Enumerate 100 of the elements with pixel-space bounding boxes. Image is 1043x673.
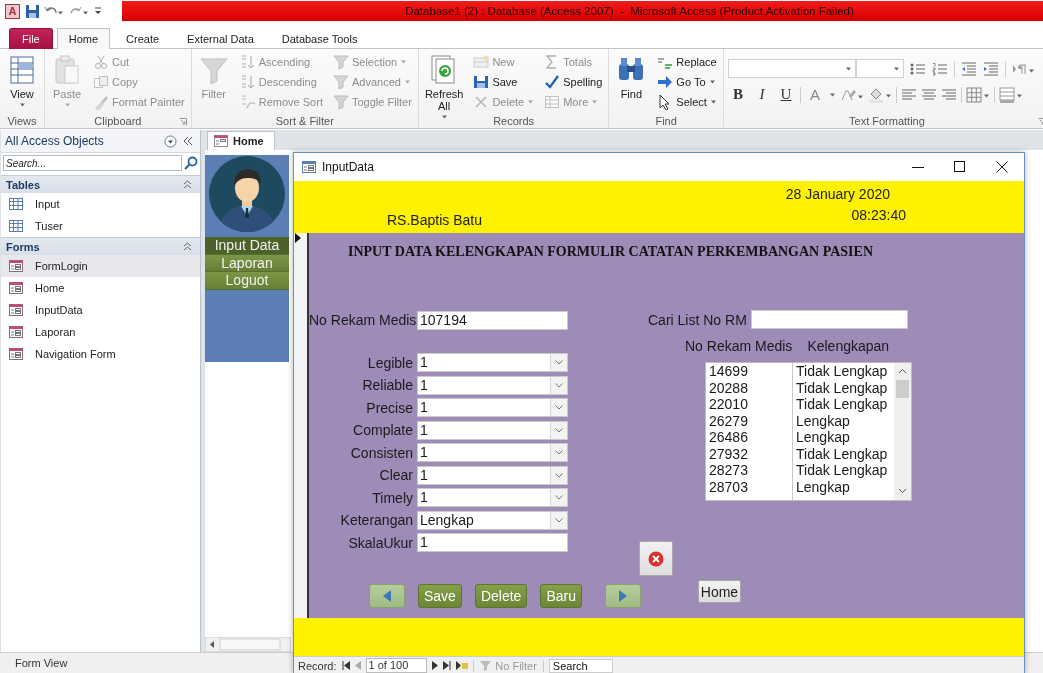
paragraph-icon[interactable] [1011,61,1034,76]
record-selector-icon[interactable] [294,233,302,243]
bullet-list-icon[interactable] [909,61,926,76]
row-color-icon[interactable] [998,86,1023,103]
group-label: Find [655,114,677,127]
search-field[interactable] [750,310,908,329]
list-row[interactable]: 14699 Tidak Lengkap [706,363,894,380]
list-row[interactable]: 26486 Lengkap [706,429,894,446]
group-header[interactable]: Tables [6,178,41,191]
chevron-icon[interactable] [183,242,192,251]
dropdown-field[interactable]: 1 [417,420,568,440]
date-text: 28 January 2020 [785,186,891,202]
navigation-item[interactable]: Home [1,277,200,299]
previous-button[interactable] [369,583,405,608]
undo-icon[interactable] [44,5,64,17]
field-label: Precise [365,399,414,416]
close-icon[interactable] [996,161,1008,173]
ribbon-tab[interactable]: Database Tools [269,28,370,49]
text-field[interactable]: 107194 [417,310,568,330]
ribbon-button[interactable]: Spelling [542,72,605,92]
ribbon-tab[interactable]: External Data [175,28,266,49]
ribbon-button[interactable]: Find [613,52,650,112]
dropdown-field[interactable]: 1 [417,488,568,507]
fill-color-icon[interactable] [867,86,892,103]
list-box[interactable]: 14699 Tidak Lengkap 20288 Tidak Lengkap 22010 Tidak Lengkap 26279 Lengkap 26486 Lengkap 27932 Tidak Lengkap 28273 Tidak Lengkap 28703 Lengkap [705,362,912,501]
vertical-scrollbar[interactable] [894,363,911,500]
previous-record-icon[interactable] [354,661,361,670]
align-right-icon[interactable] [940,87,957,102]
list-row[interactable]: 26279 Lengkap [706,412,894,429]
dropdown-field[interactable]: 1 [417,353,568,372]
menu-button[interactable]: Input Data [205,237,289,255]
format-button[interactable]: I [751,86,772,103]
field-label: SkalaUkur [347,534,414,551]
ribbon-button[interactable]: Refresh All [422,52,466,112]
dropdown-field[interactable]: 1 [417,398,568,417]
customize-icon[interactable] [94,6,102,16]
file-tab[interactable]: File [9,28,53,49]
collapse-icon[interactable] [182,136,194,146]
list-row[interactable]: 22010 Tidak Lengkap [706,396,894,413]
save-icon[interactable] [26,4,39,18]
outdent-icon[interactable] [960,61,977,76]
format-button[interactable]: U [775,86,796,103]
list-row[interactable]: 28703 Lengkap [706,478,894,495]
indent-icon[interactable] [982,61,999,76]
navigation-item[interactable]: InputData [1,299,200,321]
next-record-icon[interactable] [432,661,439,670]
document-tab[interactable]: Home [207,131,275,150]
first-record-icon[interactable] [341,661,350,670]
group-label: Clipboard [94,114,142,127]
navigation-item[interactable]: FormLogin [1,255,200,277]
align-left-icon[interactable] [900,87,917,102]
menu-button[interactable]: Loguot [205,272,289,290]
ribbon-button[interactable]: Select [655,92,719,112]
navigation-item[interactable]: Laporan [1,321,200,343]
dropdown-field[interactable]: 1 [417,443,568,462]
action-button[interactable]: Save [418,583,462,608]
ribbon-button[interactable]: View [4,52,40,112]
record-position[interactable]: 1 of 100 [365,658,428,673]
ribbon-tab[interactable]: Home [56,28,111,49]
dropdown-field[interactable]: 1 [417,465,568,485]
pane-title: All Access Objects [5,134,105,148]
font-dropdown[interactable] [727,59,856,78]
cancel-button[interactable] [639,541,673,576]
dialog-launcher-icon[interactable] [178,118,187,126]
search-field[interactable]: Search [548,658,613,673]
dropdown-icon[interactable] [164,134,177,148]
home-button[interactable]: Home [698,580,741,603]
list-row[interactable]: 20288 Tidak Lengkap [706,379,894,396]
font-size-dropdown[interactable] [855,59,904,78]
dialog-launcher-icon[interactable] [1037,118,1043,126]
maximize-icon[interactable] [954,161,966,173]
navigation-item[interactable]: Navigation Form [1,343,200,365]
format-button[interactable]: B [727,86,748,103]
dropdown-field[interactable]: Lengkap [417,510,568,530]
group-header[interactable]: Forms [6,240,40,253]
gridlines-icon[interactable] [965,86,990,103]
redo-icon[interactable] [69,5,89,17]
highlight-icon[interactable] [839,87,864,102]
last-record-icon[interactable] [443,661,452,670]
new-record-icon[interactable] [456,661,469,670]
list-row[interactable]: 27932 Tidak Lengkap [706,445,894,462]
chevron-icon[interactable] [183,180,192,189]
list-cell-text: Tidak Lengkap [795,396,889,413]
next-button[interactable] [604,583,641,608]
horizontal-scrollbar[interactable] [205,637,291,652]
action-button[interactable]: Delete [474,583,528,608]
ribbon-button[interactable]: Go To [655,72,719,92]
ribbon-button[interactable]: Replace [655,52,719,72]
align-center-icon[interactable] [920,87,937,102]
group-label: Sort & Filter [275,114,334,127]
search-icon[interactable] [184,156,198,170]
navigation-item[interactable]: Input [1,193,200,215]
navigation-item[interactable]: Tuser [1,215,200,237]
numbered-list-icon[interactable] [931,61,948,76]
search-field[interactable]: Search... [3,155,182,171]
list-row[interactable]: 28273 Tidak Lengkap [706,462,894,479]
text-field[interactable]: 1 [417,533,568,552]
dropdown-field[interactable]: 1 [417,375,568,395]
ribbon-button[interactable]: Save [471,72,537,92]
ribbon-tab[interactable]: Create [114,28,172,49]
